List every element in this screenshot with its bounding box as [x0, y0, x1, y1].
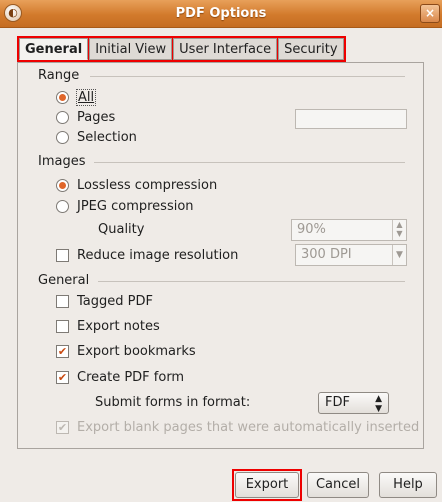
tab-strip: General Initial View User Interface Secu…	[17, 36, 346, 62]
tab-security[interactable]: Security	[278, 38, 344, 60]
reduce-resolution-option[interactable]: Reduce image resolution	[56, 248, 238, 263]
tab-initial-view[interactable]: Initial View	[89, 38, 173, 60]
help-button[interactable]: Help	[379, 472, 437, 498]
export-bookmarks-label: Export bookmarks	[77, 344, 196, 359]
export-button[interactable]: Export	[235, 472, 299, 498]
stepper-arrows-icon: ▲ ▼	[375, 394, 382, 414]
range-selection-radio[interactable]	[56, 131, 69, 144]
export-bookmarks-checkbox[interactable]: ✔	[56, 345, 69, 358]
export-notes-option[interactable]: Export notes	[56, 319, 160, 334]
range-pages-radio[interactable]	[56, 111, 69, 124]
range-selection-label: Selection	[77, 130, 137, 145]
title-bar: ◐ PDF Options ×	[0, 0, 442, 28]
submit-format-value: FDF	[325, 395, 350, 410]
quality-spinbox[interactable]: 90% ▲ ▼	[291, 219, 407, 241]
cancel-button[interactable]: Cancel	[307, 472, 369, 498]
range-heading: Range	[38, 68, 80, 83]
create-pdf-form-option[interactable]: ✔ Create PDF form	[56, 370, 184, 385]
export-notes-checkbox[interactable]	[56, 320, 69, 333]
range-pages-option[interactable]: Pages	[56, 110, 115, 125]
range-all-radio[interactable]	[56, 91, 69, 104]
window-title: PDF Options	[175, 6, 267, 21]
jpeg-label: JPEG compression	[77, 199, 194, 214]
range-all-label: All	[75, 89, 97, 106]
create-pdf-form-label: Create PDF form	[77, 370, 185, 385]
export-blank-label: Export blank pages that were automatical…	[77, 420, 420, 435]
tagged-pdf-label: Tagged PDF	[77, 294, 153, 309]
close-button[interactable]: ×	[420, 4, 440, 23]
jpeg-radio[interactable]	[56, 200, 69, 213]
submit-format-label: Submit forms in format:	[95, 395, 251, 410]
reduce-resolution-checkbox[interactable]	[56, 249, 69, 262]
export-blank-checkbox: ✔	[56, 421, 69, 434]
export-notes-label: Export notes	[77, 319, 160, 334]
tab-general[interactable]: General	[19, 38, 89, 60]
resolution-value: 300 DPI	[301, 247, 352, 262]
quality-value: 90%	[297, 222, 326, 237]
export-bookmarks-option[interactable]: ✔ Export bookmarks	[56, 344, 196, 359]
lossless-radio[interactable]	[56, 179, 69, 192]
quality-label: Quality	[98, 222, 145, 237]
range-selection-option[interactable]: Selection	[56, 130, 137, 145]
tab-user-interface[interactable]: User Interface	[173, 38, 278, 60]
lossless-label: Lossless compression	[77, 178, 218, 193]
range-divider	[90, 76, 405, 77]
resolution-select[interactable]: 300 DPI ▼	[295, 244, 407, 266]
pages-input[interactable]	[295, 109, 407, 129]
chevron-down-icon: ▼	[392, 245, 406, 265]
quality-spin-arrows-icon[interactable]: ▲ ▼	[392, 220, 406, 240]
quality-row: Quality	[98, 222, 144, 237]
range-all-option[interactable]: All	[56, 89, 97, 106]
tagged-pdf-option[interactable]: Tagged PDF	[56, 294, 153, 309]
export-blank-option: ✔ Export blank pages that were automatic…	[56, 420, 419, 435]
general-divider	[98, 281, 405, 282]
images-heading: Images	[38, 154, 86, 169]
general-heading: General	[38, 273, 90, 288]
range-pages-label: Pages	[77, 110, 116, 125]
general-panel: Range All Pages Selection Images Lossles…	[17, 62, 424, 449]
tagged-pdf-checkbox[interactable]	[56, 295, 69, 308]
create-pdf-form-checkbox[interactable]: ✔	[56, 371, 69, 384]
submit-format-row: Submit forms in format:	[95, 395, 250, 410]
submit-format-select[interactable]: FDF ▲ ▼	[318, 392, 389, 414]
reduce-resolution-label: Reduce image resolution	[77, 248, 239, 263]
jpeg-option[interactable]: JPEG compression	[56, 199, 194, 214]
images-divider	[94, 162, 405, 163]
lossless-option[interactable]: Lossless compression	[56, 178, 217, 193]
